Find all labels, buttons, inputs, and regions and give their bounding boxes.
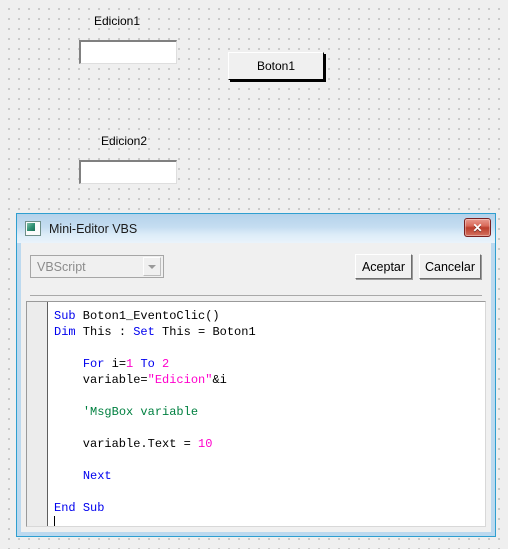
toolbar-separator [30,295,482,296]
form-button-boton1[interactable]: Boton1 [228,52,324,80]
dialog-title: Mini-Editor VBS [49,221,138,236]
editor-gutter [27,302,48,526]
mini-editor-dialog: Mini-Editor VBS ✕ VBScript Aceptar Cance… [16,213,496,537]
accept-button[interactable]: Aceptar [355,254,412,279]
language-select-value: VBScript [37,259,86,274]
dialog-titlebar[interactable]: Mini-Editor VBS ✕ [17,214,495,243]
code-text-area[interactable]: Sub Boton1_EventoClic() Dim This : Set T… [48,302,485,526]
close-button[interactable]: ✕ [464,218,491,237]
cancel-button[interactable]: Cancelar [419,254,481,279]
window-screen-icon [25,221,41,236]
close-icon: ✕ [472,220,483,235]
code-editor[interactable]: Sub Boton1_EventoClic() Dim This : Set T… [26,301,486,527]
label-edicion1: Edicion1 [94,14,141,28]
text-caret [54,516,55,526]
language-select[interactable]: VBScript [30,255,164,278]
dialog-toolbar: VBScript Aceptar Cancelar [21,243,491,296]
cancel-button-label: Cancelar [424,259,476,274]
accept-button-label: Aceptar [361,259,406,274]
textbox-edicion2[interactable] [79,160,177,184]
form-button-boton1-label: Boton1 [256,59,296,73]
dialog-client-area: VBScript Aceptar Cancelar Sub Boton1_Eve… [21,243,491,532]
label-edicion2: Edicion2 [101,134,148,148]
textbox-edicion1[interactable] [79,40,177,64]
chevron-down-icon[interactable] [143,257,161,276]
